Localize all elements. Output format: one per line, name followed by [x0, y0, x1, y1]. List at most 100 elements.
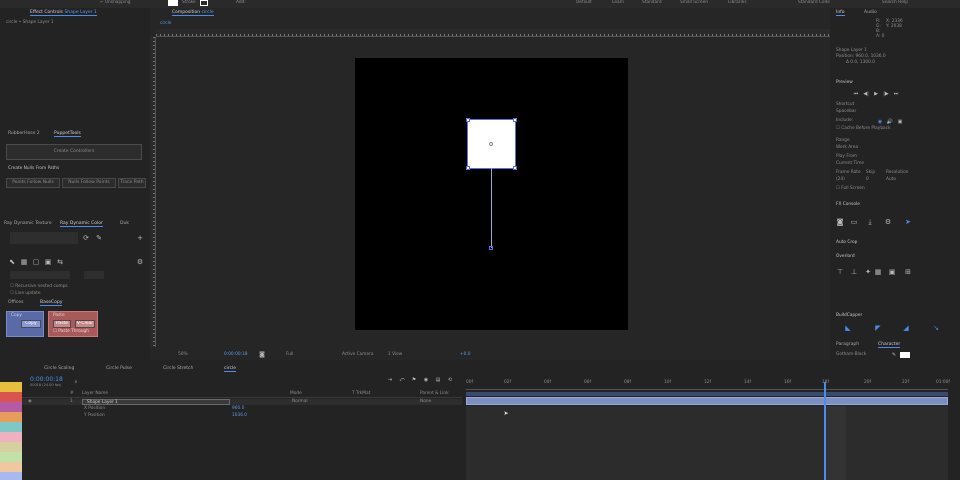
tab-circle-scaling[interactable]: Circle Scaling [44, 366, 74, 371]
fill-swatch[interactable] [168, 0, 178, 6]
timeline-tool-icon-1[interactable]: ⇥ [386, 376, 394, 384]
layer-row[interactable]: ◉ 1 Shape Layer 1 Normal None [22, 399, 462, 405]
color-field[interactable] [10, 232, 78, 244]
zoom-dropdown[interactable]: 50% [178, 352, 188, 357]
search-help[interactable]: Search Help [882, 0, 908, 5]
tab-puppet-tools[interactable]: PuppetTools [54, 131, 81, 137]
comp-canvas[interactable] [355, 58, 628, 330]
live-update-checkbox[interactable]: ☐ Live update [10, 291, 41, 296]
workspace-default[interactable]: Default [576, 0, 592, 5]
handle-br[interactable] [513, 166, 517, 170]
fx-send-icon[interactable]: ➤ [904, 218, 912, 226]
range-dropdown[interactable]: Work Area [836, 145, 858, 150]
tab-offices[interactable]: Offices [8, 300, 23, 305]
tab-circle-pulse[interactable]: Circle Pulse [106, 366, 132, 371]
include-video-icon[interactable]: ◉ [876, 118, 884, 126]
copy-button[interactable]: Copy [21, 320, 41, 328]
tab-character[interactable]: Character [878, 342, 901, 348]
paste-button[interactable]: Paste [53, 320, 71, 328]
first-frame-icon[interactable]: ⏮ [852, 90, 860, 98]
camera-dropdown[interactable]: Active Camera [342, 352, 374, 357]
prev-frame-icon[interactable]: ◀| [862, 90, 870, 98]
shape-tool-icon[interactable]: ✦ [864, 268, 872, 276]
exposure-offset[interactable]: +0.0 [460, 352, 470, 357]
cap-extra-icon[interactable]: ↘ [932, 324, 940, 332]
swatch-6[interactable] [0, 442, 22, 452]
create-controllers-button[interactable]: Create Controllers [6, 144, 142, 160]
viewer-timecode[interactable]: 0:00:00:18 [224, 352, 247, 357]
cap-left-icon[interactable]: ◣ [844, 324, 852, 332]
workspace-small-screen[interactable]: Small Screen [680, 0, 708, 5]
swap-icon[interactable]: ⇆ [56, 258, 64, 266]
last-frame-icon[interactable]: ⏭ [892, 90, 900, 98]
prop-x-value[interactable]: 960.0 [232, 406, 244, 411]
tab-composition[interactable]: Composition circle [172, 10, 214, 16]
swatch-7[interactable] [0, 452, 22, 462]
timeline-timecode[interactable]: 0:00:00:18 [30, 376, 63, 383]
fx-image-icon[interactable]: ▭ [850, 218, 858, 226]
anchor-point[interactable] [489, 142, 493, 146]
timeline-tool-icon-3[interactable]: ⚑ [410, 376, 418, 384]
workspace-standard[interactable]: Standard [642, 0, 662, 5]
swatch-5[interactable] [0, 432, 22, 442]
play-from-dropdown[interactable]: Current Time [836, 161, 864, 166]
swatch-0[interactable] [0, 382, 22, 392]
swatch-1[interactable] [0, 392, 22, 402]
layer-visibility-icon[interactable]: ◉ [28, 399, 32, 404]
grid-tool-icon[interactable]: ▦ [20, 258, 28, 266]
handle-bl[interactable] [466, 166, 470, 170]
add-label[interactable]: Add: [236, 0, 246, 5]
work-area-bar[interactable] [466, 392, 948, 396]
trace-path-button[interactable]: Trace Path [118, 178, 146, 188]
toolbar-left-menu[interactable]: ← Unsnapping [100, 0, 131, 5]
swatch-9[interactable] [0, 472, 22, 480]
full-screen-checkbox[interactable]: ☐ Full Screen [836, 186, 865, 191]
recursive-nested-comps-checkbox[interactable]: ☐ Recursive nested comps [10, 284, 68, 289]
tab-audio[interactable]: Audio [864, 10, 877, 15]
tab-ray-dynamic-color[interactable]: Ray Dynamic Color [60, 221, 103, 227]
fill-color-swatch[interactable] [900, 352, 910, 358]
cap-mid-icon[interactable]: ◤ [874, 324, 882, 332]
skip-value[interactable]: 0 [866, 177, 869, 182]
field-a[interactable] [10, 271, 70, 279]
timeline-tool-icon-4[interactable]: ◉ [422, 376, 430, 384]
shortcut-dropdown[interactable]: Spacebar [836, 109, 856, 114]
resolution-dropdown[interactable]: Full [286, 352, 293, 357]
paste-through-checkbox[interactable]: ☐ Paste Through [53, 329, 89, 334]
handle-tl[interactable] [466, 118, 470, 122]
layer-mode[interactable]: Normal [292, 399, 308, 404]
frame-rate-value[interactable]: (24) [836, 177, 845, 182]
include-audio-icon[interactable]: 🔊 [886, 118, 894, 126]
prop-row-x[interactable]: X Position 960.0 [22, 406, 462, 412]
overlord-import-icon[interactable]: ⊞ [904, 268, 912, 276]
next-frame-icon[interactable]: |▶ [882, 90, 890, 98]
resolution-value[interactable]: Auto [886, 177, 896, 182]
view-layout-dropdown[interactable]: 1 View [388, 352, 402, 357]
nulls-follow-points-button[interactable]: Nulls Follow Points [62, 178, 116, 188]
align-bottom-icon[interactable]: ⊥ [850, 268, 858, 276]
layer-duration-bar[interactable] [466, 397, 948, 405]
include-overlay-icon[interactable]: ▣ [896, 118, 904, 126]
workspace-learn[interactable]: Learn [612, 0, 624, 5]
comp-breadcrumb[interactable]: circle [160, 21, 171, 26]
swatch-3[interactable] [0, 412, 22, 422]
cap-right-icon[interactable]: ◢ [902, 324, 910, 332]
timeline-search-icon[interactable]: ⌕ [72, 378, 80, 386]
tab-info[interactable]: Info [836, 10, 845, 16]
swatch-8[interactable] [0, 462, 22, 472]
fx-download-icon[interactable]: ⤓ [866, 218, 874, 226]
handle-tr[interactable] [513, 118, 517, 122]
time-ruler[interactable]: 00f 02f 04f 06f 08f 10f 12f 14f 16f 18f … [466, 380, 950, 390]
refresh-icon[interactable]: ⟳ [82, 234, 90, 242]
add-icon[interactable]: + [136, 234, 144, 242]
tab-duk[interactable]: Duk [120, 221, 129, 226]
prop-row-y[interactable]: Y Position 1036.0 [22, 413, 462, 419]
stroke-swatch[interactable] [200, 0, 208, 6]
layer-parent[interactable]: None [420, 399, 431, 404]
swatch-2[interactable] [0, 402, 22, 412]
fx-settings-icon[interactable]: ⚙ [884, 218, 892, 226]
font-family-dropdown[interactable]: Gotham-Black [836, 352, 866, 357]
eyedropper-icon[interactable]: ✎ [95, 234, 103, 242]
timeline-tool-icon-2[interactable]: ⤺ [398, 376, 406, 384]
fx-camera-icon[interactable]: ◙ [836, 218, 844, 226]
